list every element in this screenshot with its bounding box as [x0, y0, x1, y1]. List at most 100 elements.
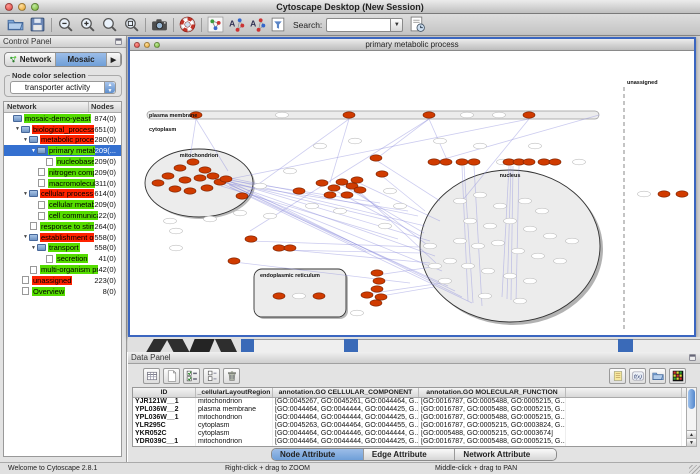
tree-row[interactable]: cellular metabo209(0) [4, 199, 121, 210]
tree-row-node-count: 209(... [95, 146, 121, 155]
formula-builder-button[interactable]: f(x) [629, 368, 646, 384]
table-row[interactable]: YLR295Ccytoplasm[GO:0045263, GO:0044464,… [133, 422, 686, 430]
tree-row[interactable]: unassigned223(0) [4, 275, 121, 286]
tree-row[interactable]: nucleobase-209(0) [4, 156, 121, 167]
edit-network-icon-1[interactable]: A [228, 16, 245, 33]
attribute-table-button[interactable] [143, 368, 160, 384]
tree-row[interactable]: macromolecule311(0) [4, 178, 121, 189]
new-attribute-button[interactable] [163, 368, 180, 384]
zoom-window-button[interactable] [154, 42, 160, 48]
main-toolbar: A A Search: ▼ [0, 14, 700, 36]
tree-expander-icon[interactable]: ▼ [22, 137, 29, 143]
table-cell: mitochondrion [196, 398, 273, 406]
save-session-icon[interactable] [29, 16, 46, 33]
tree-row[interactable]: ▼primary metabo209(... [4, 145, 121, 156]
network-window-titlebar[interactable]: primary metabolic process [130, 39, 694, 51]
delete-attribute-button[interactable] [223, 368, 240, 384]
tab-node-attribute-browser[interactable]: Node Attribute Browser [272, 449, 364, 460]
dropdown-value: transporter activity [11, 83, 104, 92]
table-row[interactable]: YKR052Ccytoplasm[GO:0044464, GO:0044446,… [133, 430, 686, 438]
network-file-icon [38, 212, 45, 220]
tab-overflow-arrow[interactable]: ▶ [107, 53, 121, 66]
tree-expander-icon[interactable]: ▼ [14, 126, 21, 132]
minimize-button[interactable] [144, 42, 150, 48]
data-panel-toolbar: f(x) [128, 365, 700, 386]
tree-expander-icon[interactable]: ▼ [22, 191, 29, 197]
tab-mosaic[interactable]: Mosaic [56, 53, 107, 66]
table-scrollbar[interactable]: ▲ ▼ [686, 387, 697, 447]
help-lifesaver-icon[interactable] [179, 16, 196, 33]
attribute-notes-button[interactable] [609, 368, 626, 384]
tree-row-label: nucleobase- [56, 157, 94, 166]
tree-row-label: cellular process [40, 189, 94, 198]
snapshot-camera-icon[interactable] [151, 16, 168, 33]
tree-row[interactable]: secretion41(0) [4, 253, 121, 264]
resize-grip[interactable] [689, 465, 700, 474]
tree-row[interactable]: ▼transport558(0) [4, 243, 121, 254]
select-attributes-button[interactable] [183, 368, 200, 384]
tree-row-label: establishment of lo [40, 233, 94, 242]
table-row[interactable]: YPL036W__1mitochondrion[GO:0044464, GO:0… [133, 414, 686, 422]
table-row[interactable]: YDR039C__1mitochondrion[GO:0044464, GO:0… [133, 438, 686, 446]
network-file-icon [30, 222, 37, 230]
open-session-icon[interactable] [7, 16, 24, 33]
node-color-dropdown[interactable]: transporter activity ▲▼ [10, 81, 116, 94]
scroll-down-icon[interactable]: ▼ [687, 438, 696, 446]
search-input[interactable] [326, 18, 390, 32]
scrollbar-thumb[interactable] [688, 389, 695, 409]
data-panel: Data Panel f(x) ID_cellularLayoutRegiona… [127, 352, 700, 462]
table-row[interactable]: YPL036W__2plasma membrane[GO:0044464, GO… [133, 406, 686, 414]
close-button[interactable] [134, 42, 140, 48]
search-dropdown-arrow-icon[interactable]: ▼ [390, 18, 403, 32]
zoom-out-icon[interactable] [57, 16, 74, 33]
search-history-icon[interactable] [409, 16, 426, 33]
network-canvas[interactable]: plasma membranecytoplasmmitochondrionnuc… [130, 51, 694, 335]
unselect-attributes-button[interactable] [203, 368, 220, 384]
table-row[interactable]: YJR121W__1mitochondrion[GO:0045267, GO:0… [133, 398, 686, 406]
tree-row-label: metabolic process [40, 135, 94, 144]
zoom-fit-icon[interactable] [123, 16, 140, 33]
tree-row[interactable]: nitrogen compo209(0) [4, 167, 121, 178]
tree-expander-icon[interactable]: ▼ [30, 148, 37, 154]
table-header-cell[interactable]: _cellularLayoutRegion [196, 388, 273, 397]
table-cell: YLR295C [133, 422, 196, 430]
float-panel-icon[interactable] [114, 37, 123, 46]
close-button[interactable] [5, 3, 13, 11]
table-header-cell[interactable]: annotation.GO MOLECULAR_FUNCTION [419, 388, 566, 397]
table-header-cell[interactable]: ID [133, 388, 196, 397]
tree-row[interactable]: cell communicat22(0) [4, 210, 121, 221]
tree-row-label: transport [48, 243, 80, 252]
zoom-in-icon[interactable] [79, 16, 96, 33]
svg-text:A: A [250, 19, 256, 29]
table-cell: [GO:0016787, GO:0005215, GO:0003824, G..… [419, 422, 566, 430]
table-header-cell[interactable]: annotation.GO CELLULAR_COMPONENT [273, 388, 419, 397]
tab-network-attribute-browser[interactable]: Network Attribute Browser [455, 449, 556, 460]
float-panel-icon[interactable] [688, 353, 697, 362]
tree-row[interactable]: Overview8(0) [4, 286, 121, 297]
window-title: Cytoscape Desktop (New Session) [0, 2, 700, 12]
filter-icon[interactable] [270, 16, 287, 33]
tree-expander-icon[interactable]: ▼ [22, 234, 29, 240]
background-window-fragment [633, 339, 700, 352]
tree-row[interactable]: ▼establishment of lo558(0) [4, 232, 121, 243]
tab-network[interactable]: Network [5, 53, 56, 66]
tree-row[interactable]: ▼metabolic process280(0) [4, 135, 121, 146]
table-header-cell[interactable] [566, 388, 682, 397]
scroll-up-icon[interactable]: ▲ [687, 430, 696, 438]
zoom-window-button[interactable] [31, 3, 39, 11]
tree-row[interactable]: ▼cellular process614(0) [4, 189, 121, 200]
tree-row[interactable]: multi-organism pro42(0) [4, 264, 121, 275]
edit-network-icon-2[interactable]: A [249, 16, 266, 33]
node-color-selection-group: Node color selection transporter activit… [4, 75, 122, 97]
tree-row[interactable]: ▼biological_process651(0) [4, 124, 121, 135]
import-attributes-button[interactable] [649, 368, 666, 384]
folder-icon [29, 234, 38, 241]
vizmapper-icon[interactable] [207, 16, 224, 33]
minimize-button[interactable] [18, 3, 26, 11]
zoom-selected-icon[interactable] [101, 16, 118, 33]
tab-edge-attribute-browser[interactable]: Edge Attribute Browser [364, 449, 456, 460]
matrix-view-button[interactable] [669, 368, 686, 384]
tree-expander-icon[interactable]: ▼ [30, 245, 37, 251]
tree-row[interactable]: response to stimul264(0) [4, 221, 121, 232]
tree-row[interactable]: mosaic-demo-yeast874(0) [4, 113, 121, 124]
